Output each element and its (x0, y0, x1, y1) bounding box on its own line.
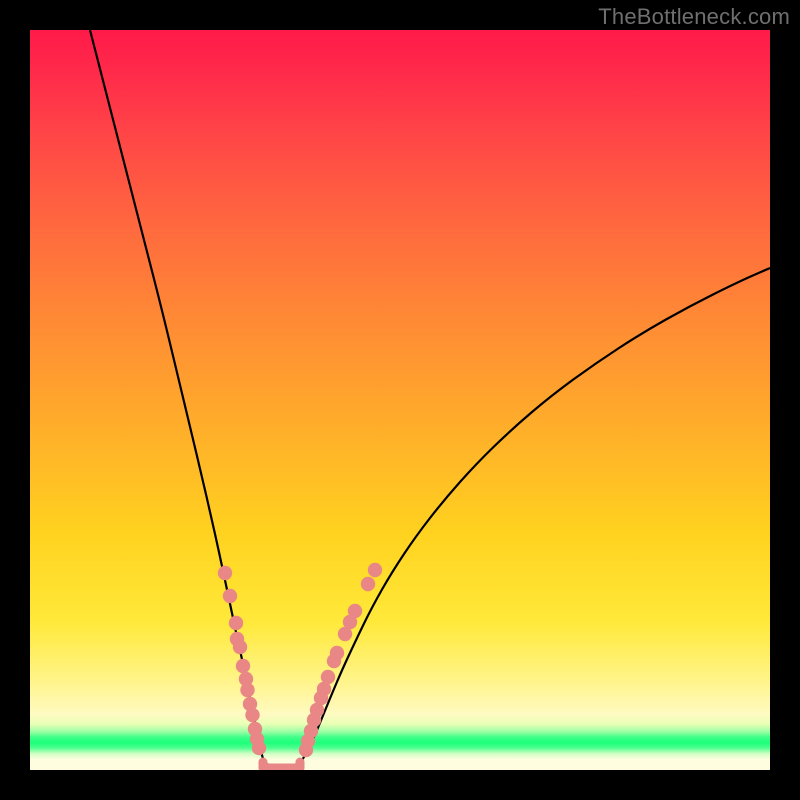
data-dot (361, 577, 375, 591)
data-dot (330, 646, 344, 660)
plot-area (30, 30, 770, 770)
bottleneck-curve (90, 30, 770, 766)
data-dot (218, 566, 232, 580)
chart-stage: TheBottleneck.com (0, 0, 800, 800)
data-dot (233, 640, 247, 654)
dots-left-group (218, 566, 266, 755)
data-dot (252, 741, 266, 755)
data-dot (229, 616, 243, 630)
valley-bracket (263, 762, 300, 768)
watermark-text: TheBottleneck.com (598, 4, 790, 30)
data-dot (368, 563, 382, 577)
data-dot (236, 659, 250, 673)
chart-overlay (30, 30, 770, 770)
data-dot (321, 670, 335, 684)
data-dot (223, 589, 237, 603)
dots-right-group (299, 563, 382, 757)
data-dot (240, 683, 254, 697)
data-dot (348, 604, 362, 618)
data-dot (245, 708, 259, 722)
